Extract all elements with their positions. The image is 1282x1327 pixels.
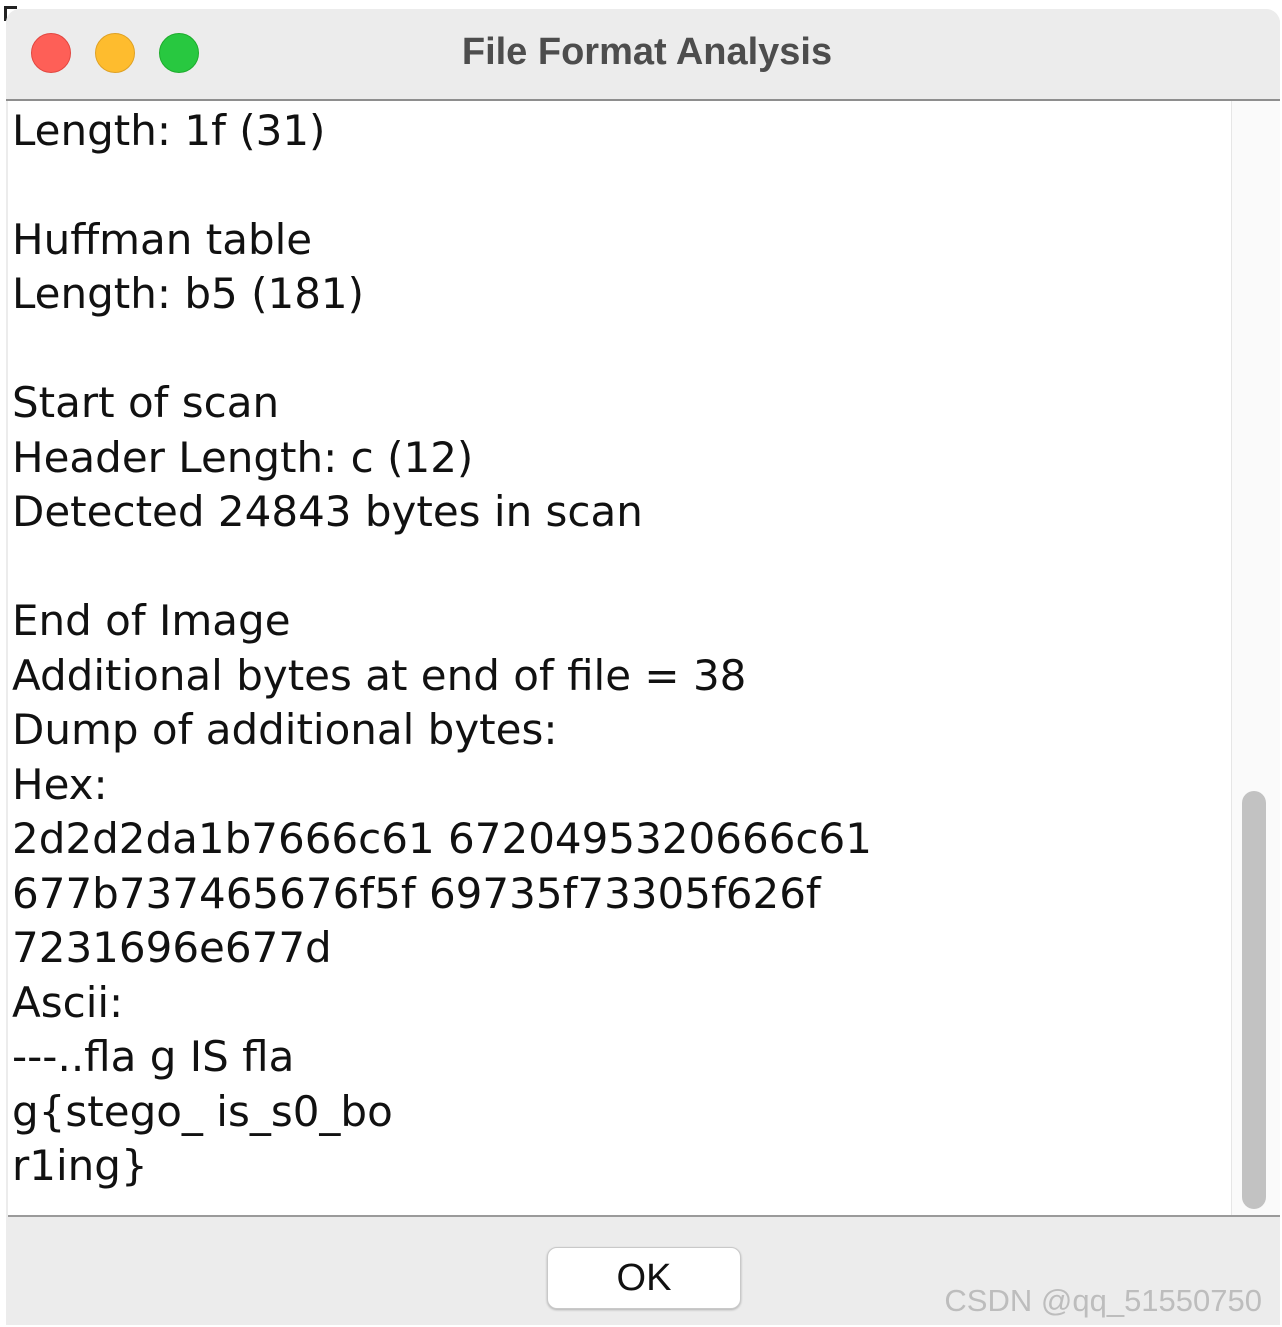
- text-line: Header Length: c (12): [12, 432, 474, 482]
- ok-button[interactable]: OK: [547, 1247, 741, 1309]
- text-line: [12, 158, 1232, 213]
- scrollbar-thumb[interactable]: [1242, 791, 1266, 1209]
- text-line: 7231696e677d: [12, 923, 332, 972]
- text-line: [12, 540, 1232, 595]
- text-line: [12, 322, 1232, 377]
- text-line: Ascii:: [12, 977, 124, 1027]
- dialog-window: File Format Analysis Huffman table Length…: [6, 9, 1280, 1325]
- watermark-text: CSDN @qq_51550750: [944, 1283, 1262, 1318]
- text-line: r1ing}: [12, 1141, 148, 1190]
- analysis-text-area[interactable]: Huffman tableLength: 1f (31)Huffman tabl…: [8, 101, 1280, 1217]
- text-line: Hex:: [12, 759, 108, 809]
- analysis-text: Huffman tableLength: 1f (31)Huffman tabl…: [12, 101, 1232, 1194]
- text-line: 2d2d2da1b7666c61 6720495320666c61: [12, 814, 872, 863]
- text-line: ---..fla g IS fla: [12, 1032, 295, 1081]
- text-line: Dump of additional bytes:: [12, 705, 558, 754]
- text-line: Length: b5 (181): [12, 269, 365, 318]
- vertical-scrollbar[interactable]: [1231, 101, 1280, 1215]
- text-line: 677b737465676f5f 69735f73305f626f: [12, 868, 821, 918]
- text-line: End of Image: [12, 596, 291, 645]
- text-line: Huffman table: [12, 214, 313, 264]
- window-title: File Format Analysis: [461, 31, 833, 73]
- text-line: Start of scan: [12, 378, 280, 427]
- text-line: g{stego_ is_s0_bo: [12, 1086, 393, 1136]
- text-line: Detected 24843 bytes in scan: [12, 487, 643, 536]
- dialog-footer: OK CSDN @qq_51550750: [6, 1217, 1280, 1325]
- text-line: Additional bytes at end of file = 38: [12, 650, 747, 700]
- text-line: Length: 1f (31): [12, 105, 326, 155]
